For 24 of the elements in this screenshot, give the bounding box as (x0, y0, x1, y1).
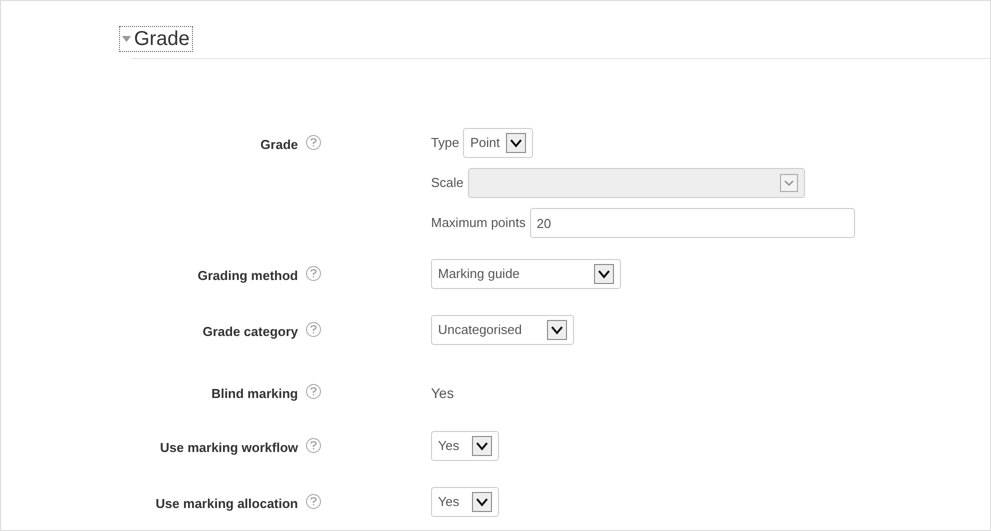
static-value: Yes (431, 384, 454, 403)
input-field[interactable]: 20 (530, 208, 855, 238)
field-label: Blind marking (211, 385, 298, 403)
field-label: Use marking allocation (156, 495, 298, 513)
dropdown[interactable]: Yes (431, 487, 499, 517)
field-label: Maximum points (431, 214, 526, 232)
field-label: Grade (260, 136, 298, 154)
dropdown[interactable]: Point (463, 128, 534, 158)
caret-icon (122, 36, 131, 42)
dropdown[interactable]: Marking guide (431, 259, 621, 289)
field-label: Scale (431, 174, 464, 192)
section-toggle[interactable]: Grade (119, 26, 193, 52)
dropdown[interactable]: Yes (431, 431, 499, 461)
dropdown[interactable]: Uncategorised (431, 315, 574, 345)
field-label: Type (431, 134, 460, 152)
help-icon[interactable] (306, 322, 321, 337)
help-icon[interactable] (306, 135, 321, 150)
help-icon[interactable] (306, 494, 321, 509)
help-icon[interactable] (306, 266, 321, 281)
help-icon[interactable] (306, 438, 321, 453)
field-label: Grade category (202, 323, 298, 341)
field-label: Use marking workflow (160, 439, 298, 457)
field-label: Grading method (198, 267, 298, 285)
help-icon[interactable] (306, 384, 321, 399)
